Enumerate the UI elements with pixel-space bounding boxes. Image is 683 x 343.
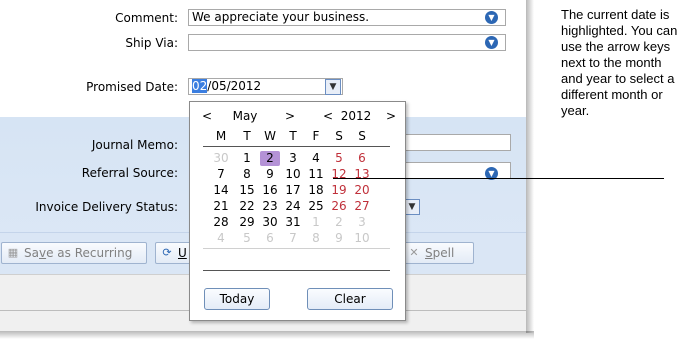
day-cell[interactable]: 31 <box>283 215 303 230</box>
ship-via-field[interactable] <box>188 34 506 51</box>
weekday-header-cell: W <box>264 129 276 143</box>
day-cell[interactable]: 9 <box>329 231 349 246</box>
day-cell[interactable]: 1 <box>306 215 326 230</box>
comment-value: We appreciate your business. <box>192 10 370 24</box>
spell-button[interactable]: ✕ Spell <box>402 242 474 264</box>
weekday-divider <box>203 146 390 147</box>
day-cell[interactable]: 18 <box>306 183 326 198</box>
annotation-pointer-line <box>333 178 664 179</box>
day-cell[interactable]: 28 <box>211 215 231 230</box>
use-recurring-icon: ⟳ <box>162 245 172 259</box>
day-cell[interactable]: 5 <box>237 231 257 246</box>
day-cell[interactable]: 11 <box>306 167 326 182</box>
day-cell[interactable]: 25 <box>306 199 326 214</box>
use-recurring-label: U <box>178 246 187 260</box>
window-shadow-bottom <box>0 331 534 339</box>
ship-via-chevron-down-icon[interactable]: ▼ <box>485 36 498 49</box>
save-recurring-icon: ▦ <box>7 245 19 259</box>
weekday-header-cell: T <box>289 129 297 143</box>
prev-month-arrow[interactable]: < <box>202 108 212 124</box>
promised-date-rest: /05/2012 <box>207 79 262 93</box>
year-label: 2012 <box>340 109 372 123</box>
day-cell[interactable]: 27 <box>352 199 372 214</box>
window-shadow-right <box>526 0 534 333</box>
annotation-text: The current date is highlighted. You can… <box>561 7 678 118</box>
comment-field[interactable]: We appreciate your business. <box>188 9 506 26</box>
ship-via-label: Ship Via: <box>125 36 178 50</box>
grid-bottom-divider-light <box>203 248 390 249</box>
prev-year-arrow[interactable]: < <box>323 108 333 124</box>
today-button[interactable]: Today <box>204 288 270 310</box>
invoice-delivery-chevron-down-icon[interactable]: ▼ <box>404 199 420 215</box>
day-cell[interactable]: 4 <box>306 151 326 166</box>
save-as-recurring-button[interactable]: ▦ Save as Recurring <box>1 242 147 264</box>
day-cell[interactable]: 19 <box>329 183 349 198</box>
day-cell[interactable]: 8 <box>306 231 326 246</box>
date-picker-popup: < May > < 2012 > MTWTFSS 30 1 2 3 4 5 6 7 8 9 10 11… <box>189 101 406 321</box>
next-year-arrow[interactable]: > <box>386 108 396 124</box>
comment-dropdown-chevron-down-icon[interactable]: ▼ <box>485 11 498 24</box>
day-cell[interactable]: 30 <box>260 215 280 230</box>
day-cell[interactable]: 3 <box>352 215 372 230</box>
weekday-header-cell: M <box>215 129 227 143</box>
weekday-header-cell: S <box>358 129 366 143</box>
day-cell[interactable]: 6 <box>260 231 280 246</box>
journal-memo-label: Journal Memo: <box>91 138 178 152</box>
day-cell[interactable]: 3 <box>283 151 303 166</box>
day-cell[interactable]: 30 <box>211 151 231 166</box>
day-cell[interactable]: 2 <box>329 215 349 230</box>
day-cell[interactable]: 10 <box>283 167 303 182</box>
day-cell[interactable]: 15 <box>237 183 257 198</box>
day-cell[interactable]: 21 <box>211 199 231 214</box>
day-cell[interactable]: 24 <box>283 199 303 214</box>
weekday-header-cell: S <box>335 129 343 143</box>
weekday-header-cell: F <box>312 129 320 143</box>
day-cell[interactable]: 7 <box>211 167 231 182</box>
promised-date-label: Promised Date: <box>86 80 178 94</box>
day-cell[interactable]: 4 <box>211 231 231 246</box>
weekday-header-cell: T <box>243 129 251 143</box>
day-cell-selected[interactable]: 2 <box>260 151 280 166</box>
save-recurring-label: Save as Recurring <box>24 246 133 260</box>
day-cell[interactable]: 20 <box>352 183 372 198</box>
spell-check-icon: ✕ <box>409 245 419 259</box>
journal-memo-field[interactable] <box>405 134 511 151</box>
promised-date-chevron-down-icon[interactable]: ▼ <box>325 79 341 95</box>
promised-date-month-selected: 02 <box>192 79 208 93</box>
invoice-delivery-status-label: Invoice Delivery Status: <box>35 200 178 214</box>
day-cell[interactable]: 17 <box>283 183 303 198</box>
day-cell[interactable]: 7 <box>283 231 303 246</box>
day-cell[interactable]: 8 <box>237 167 257 182</box>
day-cell[interactable]: 6 <box>352 151 372 166</box>
day-cell[interactable]: 14 <box>211 183 231 198</box>
referral-source-label: Referral Source: <box>81 166 178 180</box>
spell-label: Spell <box>425 246 455 260</box>
day-cell[interactable]: 22 <box>237 199 257 214</box>
day-cell[interactable]: 26 <box>329 199 349 214</box>
day-cell[interactable]: 29 <box>237 215 257 230</box>
day-cell[interactable]: 16 <box>260 183 280 198</box>
next-month-arrow[interactable]: > <box>285 108 295 124</box>
day-cell[interactable]: 1 <box>237 151 257 166</box>
day-cell[interactable]: 5 <box>329 151 349 166</box>
day-cell[interactable]: 12 <box>329 167 349 182</box>
day-cell[interactable]: 13 <box>352 167 372 182</box>
promised-date-field[interactable]: 02/05/2012 <box>188 78 343 95</box>
day-cell[interactable]: 10 <box>352 231 372 246</box>
day-cell[interactable]: 23 <box>260 199 280 214</box>
comment-label: Comment: <box>115 11 178 25</box>
month-label: May <box>232 109 258 123</box>
grid-bottom-divider <box>203 270 390 271</box>
day-cell[interactable]: 9 <box>260 167 280 182</box>
clear-button[interactable]: Clear <box>307 288 393 310</box>
